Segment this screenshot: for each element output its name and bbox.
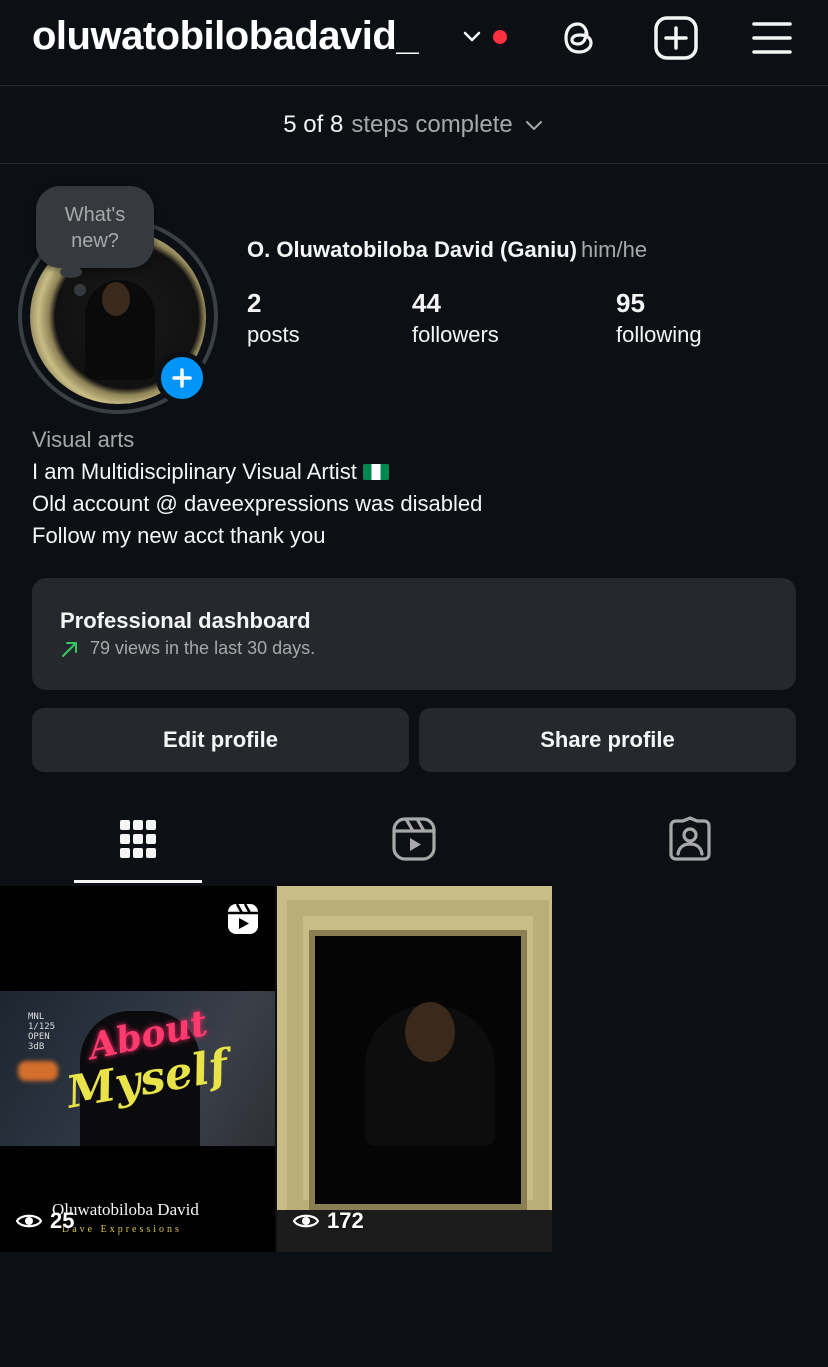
threads-button[interactable] bbox=[555, 14, 603, 62]
steps-count: 5 of 8 bbox=[283, 111, 344, 138]
post-view-count-value: 25 bbox=[50, 1208, 75, 1233]
username-switcher[interactable]: oluwatobilobadavid_ bbox=[32, 14, 419, 59]
camera-text-aperture: OPEN bbox=[28, 1032, 50, 1042]
camera-text-shutter: 1/125 bbox=[28, 1022, 56, 1032]
hamburger-menu-icon bbox=[752, 22, 792, 54]
profile-tabs bbox=[0, 806, 828, 884]
note-bubble-tail-dot bbox=[74, 284, 86, 296]
tab-reels[interactable] bbox=[350, 806, 478, 884]
post-view-count-value: 172 bbox=[327, 1208, 364, 1233]
reels-icon bbox=[392, 817, 436, 861]
threads-icon bbox=[564, 22, 593, 54]
bio-line-1: I am Multidisciplinary Visual Artist bbox=[32, 456, 482, 488]
posts-count: 2 bbox=[247, 288, 262, 318]
active-tab-indicator bbox=[74, 880, 202, 883]
tab-tagged[interactable] bbox=[626, 806, 754, 884]
professional-dashboard-card[interactable]: Professional dashboard 79 views in the l… bbox=[32, 578, 796, 690]
plus-icon bbox=[172, 368, 192, 388]
following-count: 95 bbox=[616, 288, 645, 318]
reel-badge-icon bbox=[228, 903, 258, 934]
eye-icon bbox=[293, 1214, 319, 1228]
profile-steps-banner[interactable]: 5 of 8 steps complete bbox=[0, 87, 828, 164]
plus-square-icon bbox=[654, 16, 698, 60]
camera-text-mode: MNL bbox=[28, 1012, 45, 1022]
tagged-person-icon bbox=[669, 816, 711, 861]
note-bubble-tail bbox=[60, 266, 82, 278]
photo-face bbox=[405, 1002, 455, 1062]
grid-post-photo[interactable]: 172 bbox=[277, 886, 552, 1252]
eye-icon bbox=[16, 1214, 42, 1228]
add-story-button[interactable] bbox=[156, 352, 208, 404]
followers-stat[interactable]: 44 followers bbox=[412, 287, 499, 351]
bio-line-2: Old account @ daveexpressions was disabl… bbox=[32, 491, 483, 516]
steps-label: steps complete bbox=[351, 111, 513, 138]
chevron-down-icon[interactable] bbox=[460, 24, 484, 48]
menu-button[interactable] bbox=[748, 14, 796, 62]
post-view-count: 25 bbox=[16, 1208, 74, 1234]
profile-full-name: O. Oluwatobiloba David (Ganiu) him/he bbox=[247, 237, 647, 263]
camera-text-gain: 3dB bbox=[28, 1042, 45, 1052]
trending-up-icon bbox=[62, 641, 77, 657]
followers-label: followers bbox=[412, 322, 499, 347]
dashboard-views-text: 79 views in the last 30 days. bbox=[90, 638, 316, 658]
note-bubble-line1: What's bbox=[64, 204, 126, 226]
nigeria-flag-icon bbox=[362, 464, 389, 480]
chevron-down-icon bbox=[525, 121, 542, 130]
grid-icon bbox=[120, 820, 156, 858]
notification-dot bbox=[493, 30, 507, 44]
pronouns: him/he bbox=[581, 237, 648, 262]
posts-stat[interactable]: 2 posts bbox=[247, 287, 300, 351]
profile-bio: Visual arts I am Multidisciplinary Visua… bbox=[32, 424, 482, 552]
following-label: following bbox=[616, 322, 702, 347]
post-thumbnail-light bbox=[18, 1061, 58, 1081]
camera-overlay-text: MNL 1/125 OPEN 3dB bbox=[28, 1012, 55, 1052]
dashboard-title: Professional dashboard bbox=[60, 608, 311, 633]
top-bar: oluwatobilobadavid_ bbox=[0, 0, 828, 86]
note-bubble[interactable]: What's new? bbox=[36, 186, 154, 268]
dashboard-subtitle: 79 views in the last 30 days. bbox=[60, 638, 768, 659]
followers-count: 44 bbox=[412, 288, 441, 318]
share-profile-button[interactable]: Share profile bbox=[419, 708, 796, 772]
avatar-face bbox=[102, 282, 130, 316]
bio-line-3: Follow my new acct thank you bbox=[32, 523, 326, 548]
post-caption-sub: Dave Expressions bbox=[62, 1224, 182, 1235]
profile-category: Visual arts bbox=[32, 427, 135, 452]
post-view-count: 172 bbox=[293, 1208, 364, 1234]
full-name-text: O. Oluwatobiloba David (Ganiu) bbox=[247, 237, 578, 262]
edit-profile-button[interactable]: Edit profile bbox=[32, 708, 409, 772]
photo-frame-inner bbox=[309, 930, 527, 1210]
posts-label: posts bbox=[247, 322, 300, 347]
bio-line-1-text: I am Multidisciplinary Visual Artist bbox=[32, 459, 357, 484]
create-button[interactable] bbox=[652, 14, 700, 62]
note-bubble-line2: new? bbox=[71, 230, 119, 252]
tab-posts-grid[interactable] bbox=[74, 806, 202, 884]
grid-post-reel[interactable]: MNL 1/125 OPEN 3dB About Myself Oluwatob… bbox=[0, 886, 275, 1252]
following-stat[interactable]: 95 following bbox=[616, 287, 702, 351]
